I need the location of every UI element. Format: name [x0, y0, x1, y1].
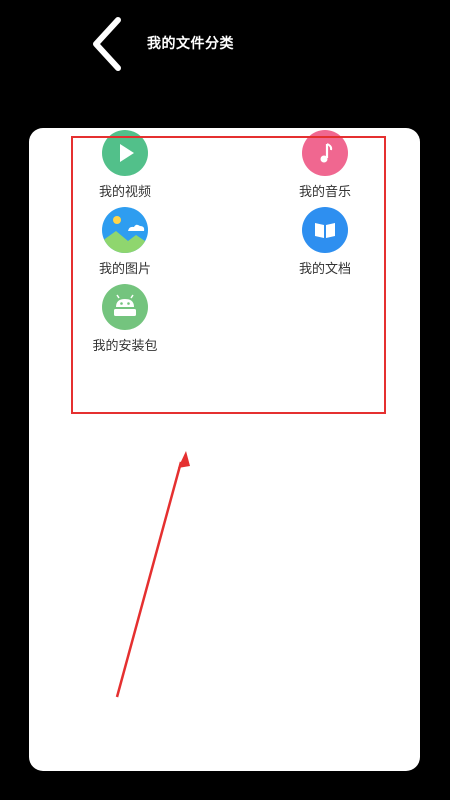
music-note-icon	[320, 143, 333, 163]
book-icon	[315, 223, 335, 238]
document-icon-circle	[302, 207, 348, 253]
category-document[interactable]: 我的文档	[270, 207, 380, 277]
header-bar: 我的文件分类	[0, 0, 450, 90]
category-apk[interactable]: 我的安装包	[70, 284, 180, 354]
category-apk-label: 我的安装包	[92, 339, 158, 354]
android-apk-icon	[114, 294, 136, 316]
category-video[interactable]: 我的视频	[70, 130, 180, 200]
category-music-label: 我的音乐	[298, 185, 351, 200]
category-image[interactable]: 我的图片	[70, 207, 180, 277]
play-icon	[120, 144, 134, 162]
back-button[interactable]	[82, 14, 132, 74]
image-icon-circle	[102, 207, 148, 253]
category-music[interactable]: 我的音乐	[270, 130, 380, 200]
page-title: 我的文件分类	[147, 36, 234, 52]
category-document-label: 我的文档	[298, 262, 351, 277]
video-icon-circle	[102, 130, 148, 176]
chevron-left-icon	[93, 17, 121, 71]
apk-icon-circle	[102, 284, 148, 330]
category-image-label: 我的图片	[98, 262, 151, 277]
image-icon	[102, 216, 148, 253]
music-icon-circle	[302, 130, 348, 176]
category-video-label: 我的视频	[98, 185, 151, 200]
